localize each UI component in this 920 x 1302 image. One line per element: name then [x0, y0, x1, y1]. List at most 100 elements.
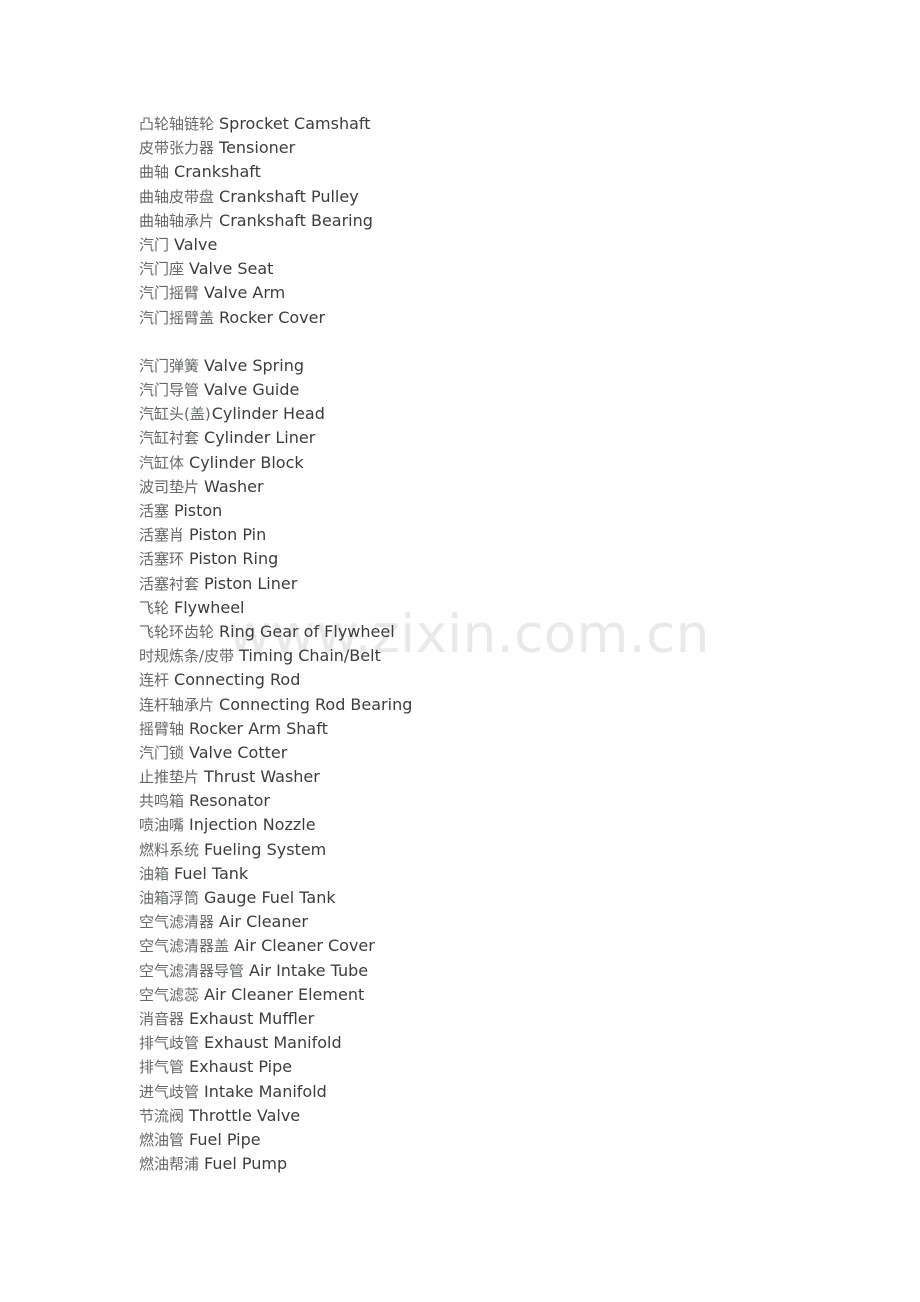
term-english: Piston — [174, 501, 223, 520]
term-english: Fuel Pipe — [189, 1129, 261, 1149]
term-line: 活塞环 Piston Ring — [139, 547, 839, 571]
term-line: 汽门导管 Valve Guide — [139, 378, 839, 402]
term-line: 燃油帮浦 Fuel Pump — [139, 1152, 839, 1176]
term-english: Washer — [204, 476, 264, 496]
term-chinese: 汽门座 — [139, 260, 185, 279]
term-line: 空气滤清器导管 Air Intake Tube — [139, 959, 839, 983]
term-english: Piston Ring — [189, 549, 279, 569]
term-english: Fueling System — [204, 839, 327, 859]
term-chinese: 皮带张力器 — [139, 139, 215, 158]
term-chinese: 汽缸头(盖) — [139, 405, 211, 424]
term-line: 凸轮轴链轮 Sprocket Camshaft — [139, 112, 839, 136]
term-chinese: 共鸣箱 — [139, 792, 185, 811]
term-english: Fuel Pump — [204, 1154, 288, 1174]
term-english: Intake Manifold — [204, 1081, 327, 1101]
term-english: Crankshaft Bearing — [219, 210, 373, 230]
term-chinese: 活塞衬套 — [139, 574, 200, 593]
terminology-list: 凸轮轴链轮 Sprocket Camshaft 皮带张力器 Tensioner 曲轴 Cr… — [139, 112, 839, 1176]
term-chinese: 排气歧管 — [139, 1034, 200, 1053]
term-english: Exhaust Muffler — [189, 1008, 315, 1028]
term-line: 消音器 Exhaust Muffler — [139, 1007, 839, 1031]
term-chinese: 油箱 — [139, 864, 170, 883]
term-chinese: 活塞肖 — [139, 526, 185, 545]
term-line: 飞轮 Flywheel — [139, 596, 839, 620]
term-line: 进气歧管 Intake Manifold — [139, 1080, 839, 1104]
term-english: Piston Pin — [189, 525, 267, 545]
term-line: 活塞肖 Piston Pin — [139, 523, 839, 547]
term-chinese: 活塞环 — [139, 550, 185, 569]
term-english: Valve Spring — [204, 355, 304, 375]
term-line: 活塞 Piston — [139, 499, 839, 523]
term-chinese: 排气管 — [139, 1058, 185, 1077]
term-chinese: 燃油帮浦 — [139, 1155, 200, 1174]
term-line: 燃油管 Fuel Pipe — [139, 1128, 839, 1152]
term-line: 曲轴皮带盘 Crankshaft Pulley — [139, 185, 839, 209]
term-english: Flywheel — [174, 597, 245, 617]
term-english: Connecting Rod — [174, 670, 301, 690]
term-line: 汽门锁 Valve Cotter — [139, 741, 839, 765]
term-chinese: 活塞 — [139, 502, 170, 520]
term-english: Valve Seat — [189, 259, 274, 279]
term-english: Air Cleaner — [219, 912, 308, 932]
term-line: 皮带张力器 Tensioner — [139, 136, 839, 160]
term-english: Tensioner — [219, 138, 296, 158]
term-chinese: 空气滤清器 — [139, 913, 215, 932]
term-line: 空气滤蕊 Air Cleaner Element — [139, 983, 839, 1007]
term-line: 节流阀 Throttle Valve — [139, 1104, 839, 1128]
term-line: 油箱浮筒 Gauge Fuel Tank — [139, 886, 839, 910]
term-chinese: 汽门锁 — [139, 743, 185, 762]
term-english: Air Cleaner Element — [204, 984, 365, 1004]
term-line: 汽门座 Valve Seat — [139, 257, 839, 281]
term-chinese: 汽门导管 — [139, 381, 200, 400]
term-chinese: 曲轴皮带盘 — [139, 187, 215, 206]
term-line: 止推垫片 Thrust Washer — [139, 765, 839, 789]
term-chinese: 飞轮环齿轮 — [139, 622, 215, 641]
term-line: 曲轴轴承片 Crankshaft Bearing — [139, 209, 839, 233]
term-chinese: 汽门 — [139, 235, 170, 254]
term-line: 汽门摇臂 Valve Arm — [139, 281, 839, 305]
term-english: Air Cleaner Cover — [234, 936, 375, 956]
term-english: Rocker Arm Shaft — [189, 718, 328, 738]
term-line: 活塞衬套 Piston Liner — [139, 572, 839, 596]
term-english: Valve Guide — [204, 380, 300, 400]
term-english: Cylinder Liner — [204, 428, 316, 448]
term-chinese: 时规炼条/皮带 — [139, 647, 235, 666]
term-chinese: 汽缸衬套 — [139, 429, 200, 448]
term-line: 燃料系统 Fueling System — [139, 838, 839, 862]
term-english: Air Intake Tube — [249, 960, 369, 980]
term-english: Fuel Tank — [174, 863, 249, 883]
term-english: Rocker Cover — [219, 307, 326, 327]
term-line: 连杆轴承片 Connecting Rod Bearing — [139, 693, 839, 717]
term-english: Valve — [174, 234, 218, 254]
term-blank-line — [139, 330, 839, 354]
term-line: 共鸣箱 Resonator — [139, 789, 839, 813]
term-line: 排气歧管 Exhaust Manifold — [139, 1031, 839, 1055]
term-line: 汽缸衬套 Cylinder Liner — [139, 426, 839, 450]
term-line: 空气滤清器盖 Air Cleaner Cover — [139, 934, 839, 958]
term-english: Gauge Fuel Tank — [204, 888, 336, 907]
term-chinese: 空气滤清器盖 — [139, 937, 230, 956]
term-line: 汽门 Valve — [139, 233, 839, 257]
term-chinese: 油箱浮筒 — [139, 889, 200, 907]
term-line: 飞轮环齿轮 Ring Gear of Flywheel — [139, 620, 839, 644]
term-chinese: 曲轴轴承片 — [139, 211, 215, 230]
term-english: Crankshaft — [174, 162, 261, 182]
term-chinese: 凸轮轴链轮 — [139, 115, 215, 133]
term-english: Connecting Rod Bearing — [219, 694, 413, 714]
term-line: 汽门摇臂盖 Rocker Cover — [139, 306, 839, 330]
term-english: Piston Liner — [204, 573, 298, 593]
term-chinese: 汽门摇臂盖 — [139, 308, 215, 327]
term-english: Exhaust Manifold — [204, 1033, 342, 1053]
term-english: Valve Arm — [204, 283, 286, 303]
term-chinese: 节流阀 — [139, 1106, 185, 1125]
term-chinese: 消音器 — [139, 1009, 185, 1028]
term-chinese: 燃料系统 — [139, 840, 200, 859]
term-chinese: 飞轮 — [139, 598, 170, 617]
term-line: 汽缸头(盖)Cylinder Head — [139, 402, 839, 426]
term-line: 汽门弹簧 Valve Spring — [139, 354, 839, 378]
term-line: 曲轴 Crankshaft — [139, 160, 839, 184]
term-line: 时规炼条/皮带 Timing Chain/Belt — [139, 644, 839, 668]
term-line: 波司垫片 Washer — [139, 475, 839, 499]
term-chinese: 汽门弹簧 — [139, 356, 200, 375]
term-line: 汽缸体 Cylinder Block — [139, 451, 839, 475]
